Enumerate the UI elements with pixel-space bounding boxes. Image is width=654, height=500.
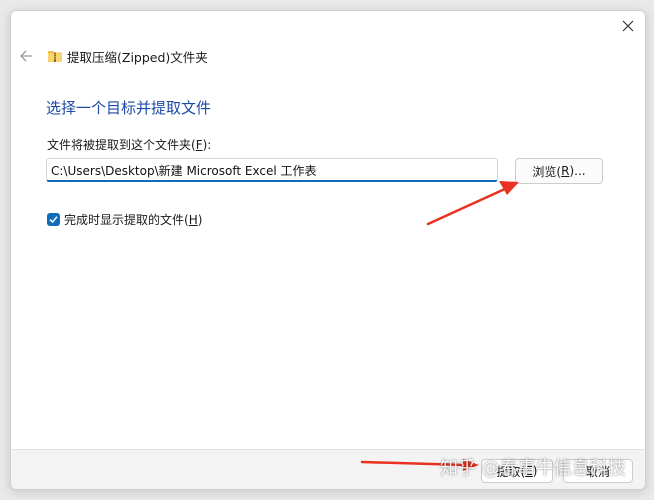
dialog-footer: 提取(E) 取消: [11, 449, 645, 489]
page-heading: 选择一个目标并提取文件: [46, 99, 212, 117]
destination-label-suffix: ):: [202, 138, 212, 152]
window-title: 提取压缩(Zipped)文件夹: [67, 50, 208, 65]
destination-label-prefix: 文件将被提取到这个文件夹(: [47, 138, 196, 152]
destination-label: 文件将被提取到这个文件夹(F):: [47, 136, 211, 153]
extract-dialog: 提取压缩(Zipped)文件夹 选择一个目标并提取文件 文件将被提取到这个文件夹…: [10, 10, 646, 490]
browse-button[interactable]: 浏览(R)...: [515, 158, 603, 184]
show-files-checkbox[interactable]: [47, 213, 60, 226]
show-files-label-suffix: ): [197, 213, 203, 227]
browse-label-prefix: 浏览(: [532, 164, 562, 179]
show-files-label-prefix: 完成时显示提取的文件(: [64, 213, 189, 227]
extract-label-accesskey: E: [525, 464, 533, 478]
title-bar: 提取压缩(Zipped)文件夹: [11, 41, 645, 71]
destination-path-input[interactable]: C:\Users\Desktop\新建 Microsoft Excel 工作表: [46, 158, 498, 182]
show-files-label: 完成时显示提取的文件(H): [64, 211, 202, 228]
extract-label-suffix: ): [532, 464, 538, 478]
show-files-option[interactable]: 完成时显示提取的文件(H): [47, 211, 202, 228]
extract-label-prefix: 提取(: [496, 464, 526, 479]
destination-label-accesskey: F: [195, 138, 203, 152]
back-arrow-icon: [20, 50, 32, 62]
cancel-button[interactable]: 取消: [563, 459, 633, 483]
close-button[interactable]: [613, 13, 643, 39]
browse-label-suffix: )...: [569, 164, 586, 178]
zip-folder-icon: [48, 51, 62, 62]
extract-button[interactable]: 提取(E): [481, 459, 553, 483]
checkmark-icon: [49, 216, 58, 224]
close-icon: [622, 20, 634, 32]
browse-label-accesskey: R: [561, 164, 570, 178]
back-button[interactable]: [16, 46, 36, 66]
show-files-label-accesskey: H: [188, 213, 198, 227]
